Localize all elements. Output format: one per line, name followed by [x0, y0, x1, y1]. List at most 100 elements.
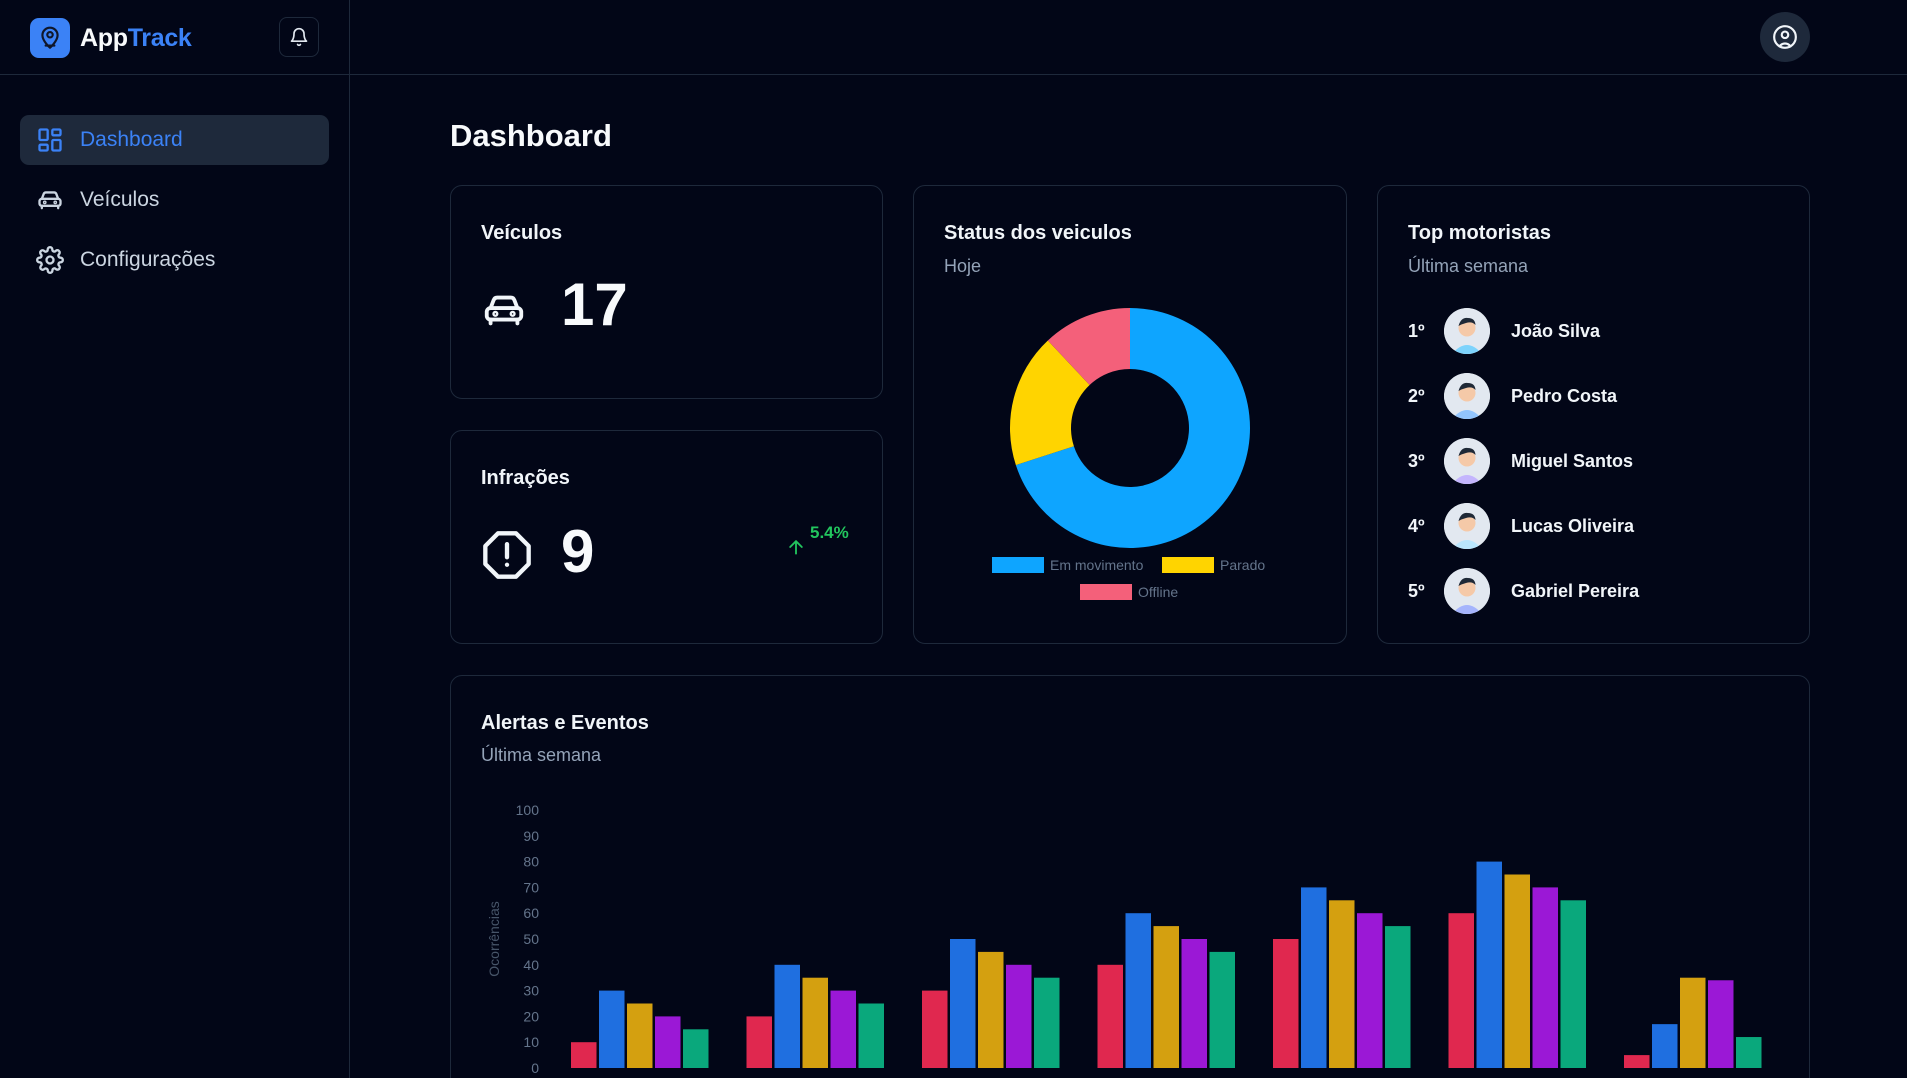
infractions-card: Infrações 9 5.4% [450, 430, 883, 644]
driver-row[interactable]: 4º Lucas Oliveira [1408, 503, 1634, 549]
y-tick-label: 70 [523, 879, 539, 895]
topbar-divider [349, 0, 350, 75]
legend-item-offline[interactable]: Offline [1080, 584, 1178, 600]
driver-rank: 1º [1408, 320, 1425, 341]
driver-row[interactable]: 3º Miguel Santos [1408, 438, 1633, 484]
bar-g2-s0[interactable] [922, 990, 948, 1068]
bar-g0-s0[interactable] [571, 1042, 597, 1068]
bar-g5-s4[interactable] [1560, 900, 1587, 1068]
card-title: Veículos [481, 222, 563, 244]
avatar [1444, 503, 1490, 549]
driver-rank: 5º [1408, 580, 1425, 601]
driver-name: João Silva [1511, 320, 1601, 341]
y-tick-label: 0 [531, 1060, 539, 1076]
brand[interactable]: AppTrack [30, 18, 192, 58]
trend-indicator: 5.4% [786, 523, 849, 557]
top-bar: AppTrack [0, 0, 1907, 75]
y-tick-label: 20 [523, 1008, 539, 1024]
bar-g5-s0[interactable] [1448, 913, 1475, 1068]
bar-g6-s4[interactable] [1736, 1037, 1762, 1068]
bar-g2-s1[interactable] [950, 939, 976, 1068]
bar-g6-s2[interactable] [1680, 977, 1706, 1068]
bar-g0-s3[interactable] [655, 1016, 681, 1068]
bar-g4-s4[interactable] [1385, 926, 1411, 1068]
sidebar-item-settings[interactable]: Configurações [20, 235, 329, 285]
card-title: Infrações [481, 467, 570, 489]
bar-g0-s4[interactable] [683, 1029, 709, 1068]
bar-g2-s2[interactable] [978, 951, 1004, 1068]
bar-g3-s3[interactable] [1181, 939, 1208, 1068]
bar-g4-s0[interactable] [1273, 939, 1299, 1068]
bar-g3-s2[interactable] [1153, 926, 1180, 1068]
bar-g4-s2[interactable] [1329, 900, 1355, 1068]
alerts-bar-chart: 0 10 20 30 40 50 60 70 80 90 100 Ocorrências [486, 802, 1762, 1076]
infractions-count: 9 [561, 518, 595, 585]
user-circle-icon [1773, 25, 1797, 49]
app-name-part1: App [80, 23, 128, 52]
alerts-card: Alertas e Eventos Última semana 0 10 20 30 4… [450, 675, 1810, 1078]
notifications-button[interactable] [279, 17, 319, 57]
avatar [1444, 373, 1490, 419]
driver-name: Gabriel Pereira [1511, 580, 1640, 601]
bar-g5-s2[interactable] [1504, 874, 1531, 1069]
bar-g5-s1[interactable] [1476, 861, 1503, 1068]
driver-name: Miguel Santos [1511, 450, 1634, 471]
bar-g2-s3[interactable] [1006, 964, 1032, 1068]
legend-label: Parado [1220, 557, 1266, 573]
y-tick-label: 40 [523, 957, 539, 973]
legend-swatch [1162, 557, 1214, 573]
y-tick-label: 50 [523, 931, 539, 947]
y-tick-label: 90 [523, 828, 539, 844]
y-axis-label: Ocorrências [486, 901, 502, 976]
driver-row[interactable]: 1º João Silva [1408, 308, 1600, 354]
bar-g1-s0[interactable] [746, 1016, 773, 1068]
bar-g6-s0[interactable] [1624, 1055, 1650, 1068]
gear-icon [36, 246, 64, 274]
status-donut-chart [1010, 308, 1250, 548]
map-pin-user-icon [30, 18, 70, 58]
bar-g6-s1[interactable] [1652, 1024, 1678, 1068]
sidebar-item-dashboard[interactable]: Dashboard [20, 115, 329, 165]
bell-icon [290, 27, 308, 47]
legend-swatch [1080, 584, 1132, 600]
sidebar: Dashboard Veículos Configurações [0, 75, 350, 1078]
y-tick-label: 30 [523, 983, 539, 999]
driver-name: Lucas Oliveira [1511, 515, 1635, 536]
car-icon [484, 295, 524, 326]
bar-g1-s4[interactable] [858, 1003, 885, 1069]
user-menu-button[interactable] [1760, 12, 1810, 62]
y-tick-label: 80 [523, 854, 539, 870]
bar-g2-s4[interactable] [1034, 977, 1060, 1068]
bar-g3-s0[interactable] [1097, 964, 1124, 1068]
car-icon [38, 191, 62, 210]
bar-g0-s2[interactable] [627, 1003, 653, 1069]
bar-g4-s1[interactable] [1301, 887, 1327, 1068]
legend-item-moving[interactable]: Em movimento [992, 557, 1143, 573]
card-subtitle: Última semana [1408, 256, 1529, 276]
sidebar-item-label: Configurações [80, 248, 216, 271]
trend-value: 5.4% [810, 523, 849, 542]
bar-g3-s4[interactable] [1209, 951, 1236, 1068]
legend-item-stopped[interactable]: Parado [1162, 557, 1265, 573]
bar-g3-s1[interactable] [1125, 913, 1152, 1068]
legend-label: Em movimento [1050, 557, 1144, 573]
bar-g5-s3[interactable] [1532, 887, 1559, 1068]
avatar [1444, 568, 1490, 614]
driver-row[interactable]: 5º Gabriel Pereira [1408, 568, 1639, 614]
vehicles-card: Veículos 17 [450, 185, 883, 399]
y-tick-label: 100 [516, 802, 540, 818]
page-title: Dashboard [450, 118, 612, 153]
bar-g1-s2[interactable] [802, 977, 829, 1068]
driver-row[interactable]: 2º Pedro Costa [1408, 373, 1617, 419]
sidebar-item-label: Veículos [80, 188, 160, 211]
avatar [1444, 438, 1490, 484]
bar-g1-s3[interactable] [830, 990, 857, 1068]
avatar [1444, 308, 1490, 354]
bar-g6-s3[interactable] [1708, 980, 1734, 1068]
sidebar-item-vehicles[interactable]: Veículos [20, 175, 329, 225]
bar-g0-s1[interactable] [599, 990, 625, 1068]
alert-octagon-icon [483, 531, 531, 579]
bar-g4-s3[interactable] [1357, 913, 1383, 1068]
legend-swatch [992, 557, 1044, 573]
bar-g1-s1[interactable] [774, 964, 801, 1068]
